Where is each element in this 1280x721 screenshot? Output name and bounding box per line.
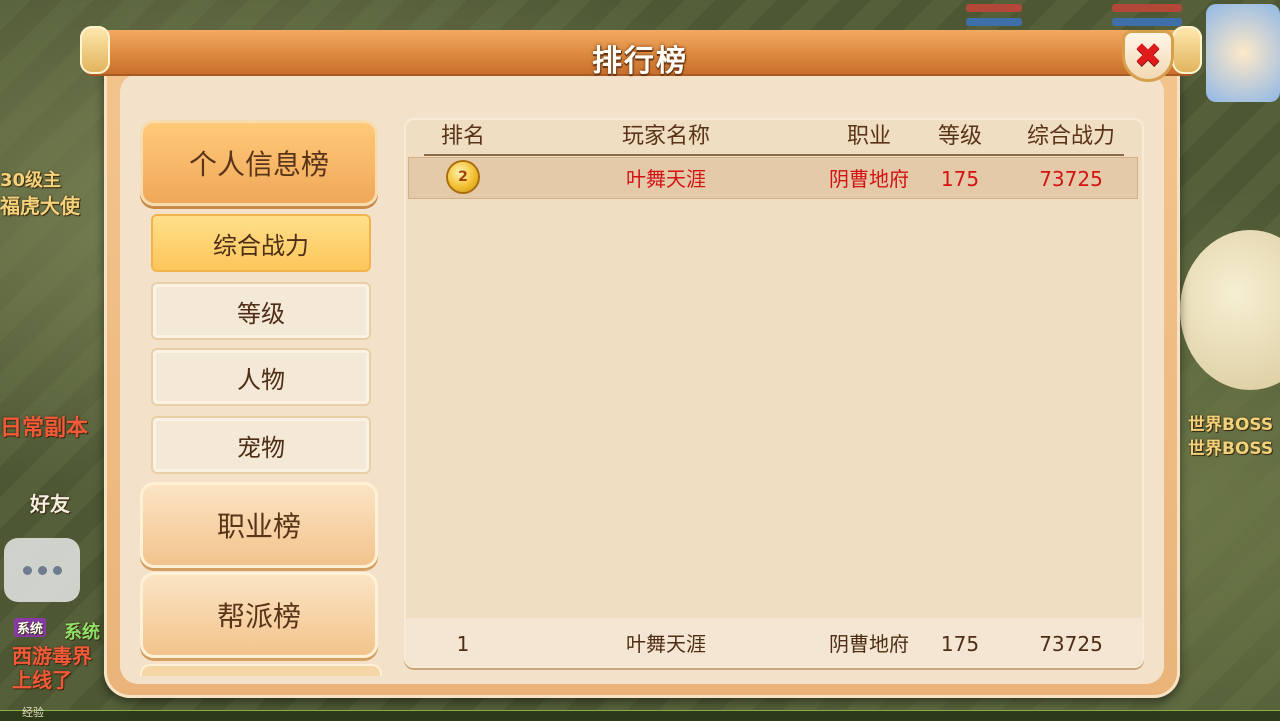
header-class: 职业 [846,124,891,149]
subtab-pet[interactable]: 宠物 [151,416,371,474]
tab-profession[interactable]: 职业榜 [140,482,378,568]
npc-name-text: 福虎大使 [0,194,80,218]
mp-bar [966,18,1022,26]
row-level: 175 [940,167,980,191]
chat-dot-icon [22,565,32,575]
subtab-power[interactable]: 综合战力 [151,214,371,272]
tab-scroll-peek [140,664,382,676]
panel-title: 排行榜 [592,44,688,79]
header-divider [424,154,1124,156]
header-power: 综合战力 [1026,124,1115,149]
header-player-name: 玩家名称 [621,124,710,149]
experience-bar [0,710,1280,721]
gold-medal-icon: 2 [448,162,478,192]
experience-label: 经验 [22,706,44,719]
chat-button[interactable] [4,538,80,602]
friends-button[interactable]: 好友 [30,488,70,517]
close-icon: ✖ [1133,36,1163,76]
tab-guild[interactable]: 帮派榜 [140,572,378,658]
system-tag: 系统 [14,618,47,637]
ranking-table [404,118,1144,668]
hp-bar [966,4,1022,12]
close-button[interactable]: ✖ [1122,30,1174,82]
row-class: 阴曹地府 [829,167,909,191]
target-mp-bar [1112,18,1182,26]
header-level: 等级 [937,124,982,149]
target-hp-bar [1112,4,1182,12]
subtab-character[interactable]: 人物 [151,348,371,406]
my-level: 175 [940,632,980,656]
tab-personal-info[interactable]: 个人信息榜 [140,120,378,206]
my-class: 阴曹地府 [829,632,909,656]
world-boss-text: 世界BOSS [1188,439,1274,459]
my-rank: 1 [456,632,470,656]
daily-dungeon-button[interactable]: 日常副本 [0,410,88,442]
chat-dot-icon [37,565,47,575]
chat-message-line: 上线了 [12,668,72,692]
my-player-name: 叶舞天涯 [626,632,706,656]
header-rank: 排名 [440,124,485,149]
row-player-name: 叶舞天涯 [626,167,706,191]
my-power: 73725 [1039,632,1103,656]
world-boss-text: 世界BOSS [1188,415,1274,435]
subtab-level[interactable]: 等级 [151,282,371,340]
npc-level-text: 30级主 [0,170,62,191]
row-power: 73725 [1039,167,1103,191]
chat-dot-icon [52,565,62,575]
